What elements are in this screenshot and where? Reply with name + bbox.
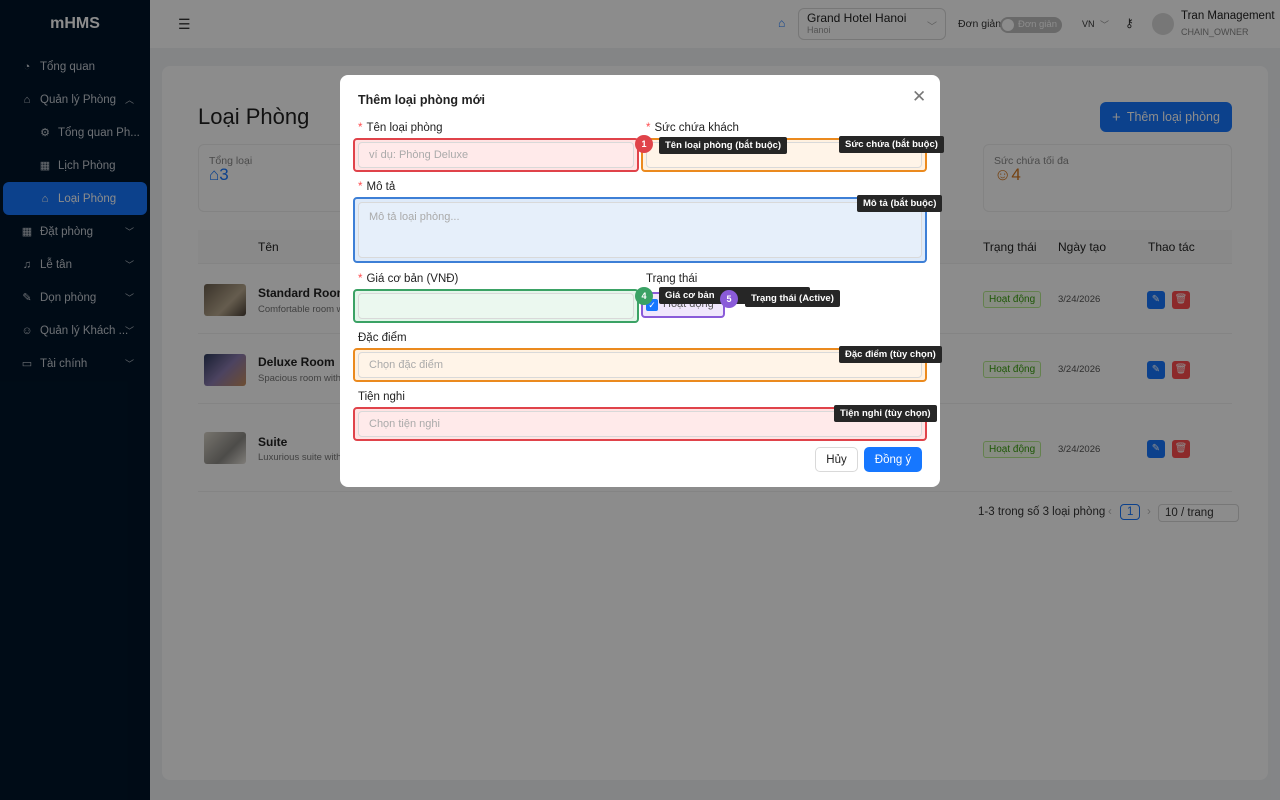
ok-button[interactable]: Đồng ý [864, 447, 922, 472]
description-textarea[interactable]: Mô tả loại phòng... [358, 202, 922, 258]
room-name-label: * Tên loại phòng [358, 122, 443, 134]
annotation-tip-features: Đặc điểm (tùy chọn) [839, 346, 942, 363]
modal-title: Thêm loại phòng mới [358, 93, 485, 107]
annotation-tip-status: Trạng thái (Active) [745, 290, 840, 307]
description-label: * Mô tả [358, 181, 396, 193]
annotation-tip-amenities: Tiện nghi (tùy chọn) [834, 405, 937, 422]
features-label: Đặc điểm [358, 332, 407, 344]
annotation-tip-capacity: Sức chứa (bắt buộc) [839, 136, 944, 153]
close-icon[interactable]: ✕ [912, 87, 926, 107]
capacity-label: * Sức chứa khách [646, 122, 739, 134]
room-name-input[interactable]: ví dụ: Phòng Deluxe [358, 142, 634, 168]
cancel-button[interactable]: Hủy [815, 447, 858, 472]
status-label: Trạng thái [646, 273, 698, 285]
annotation-tip-price: Giá cơ bản [665, 290, 715, 301]
price-input[interactable] [358, 293, 634, 319]
annotation-badge-5: 5 [720, 290, 738, 308]
annotation-tip-room-name: Tên loại phòng (bắt buộc) [659, 137, 788, 154]
annotation-badge-1: 1 [635, 135, 653, 153]
add-room-type-modal: Thêm loại phòng mới ✕ * Tên loại phòng ví… [340, 75, 944, 487]
price-label: * Giá cơ bản (VNĐ) [358, 273, 459, 285]
annotation-tip-description: Mô tả (bắt buộc) [857, 195, 943, 212]
amenities-label: Tiện nghi [358, 391, 405, 403]
annotation-badge-4: 4 [635, 287, 653, 305]
features-select[interactable]: Chọn đặc điểm [358, 352, 922, 378]
